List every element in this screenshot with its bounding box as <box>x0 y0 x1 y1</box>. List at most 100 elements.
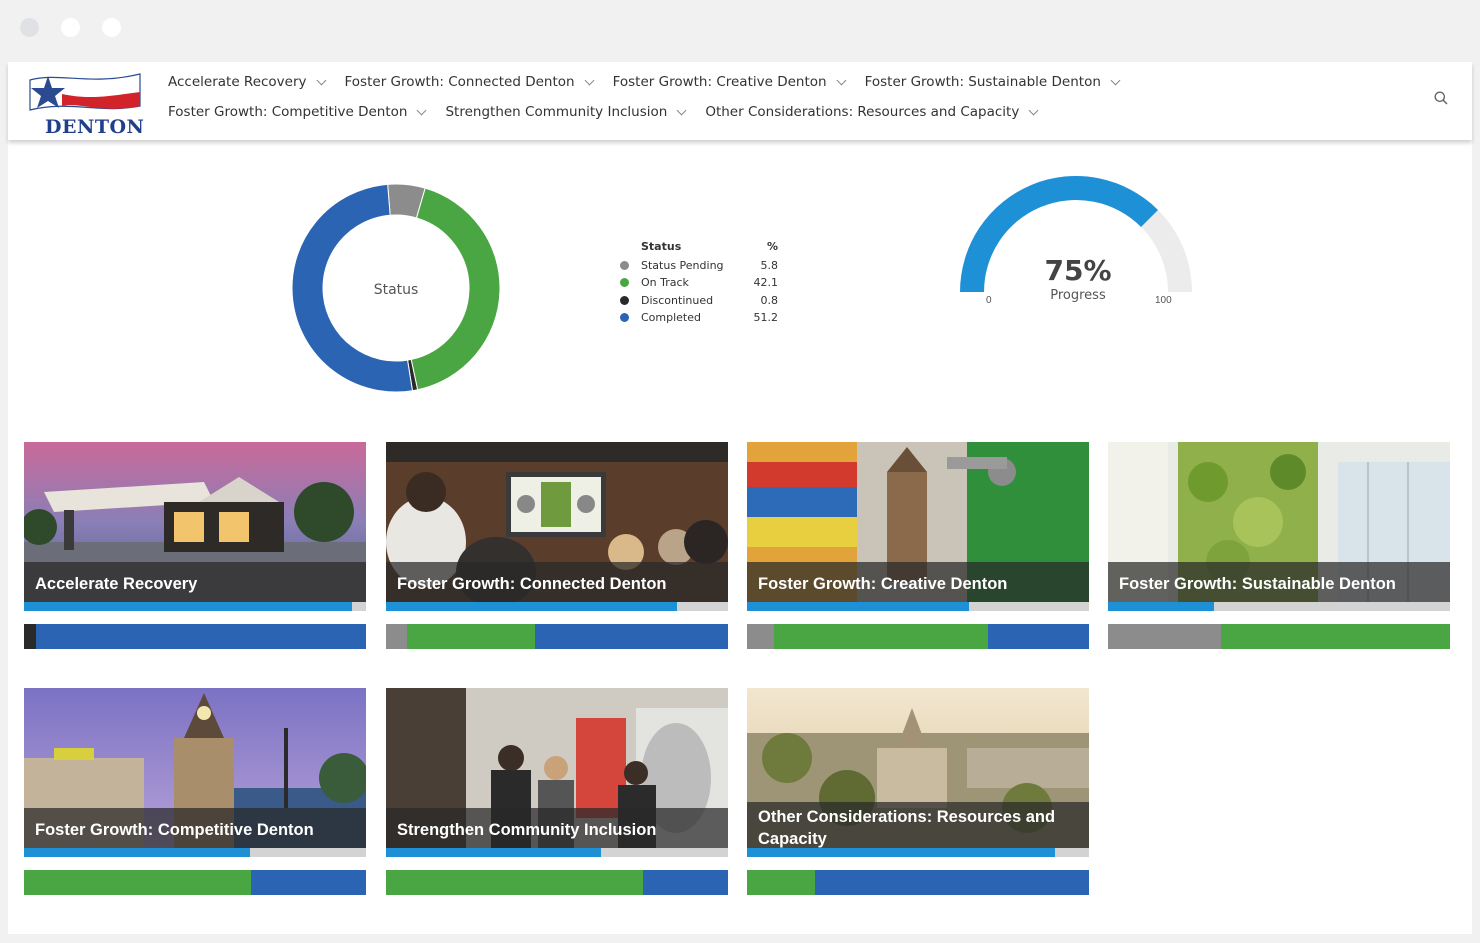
status-segment-on-track <box>747 870 816 895</box>
card-title: Other Considerations: Resources and Capa… <box>758 808 1056 848</box>
status-segment-completed <box>35 624 366 649</box>
card-sustainable-denton[interactable]: Foster Growth: Sustainable Denton <box>1108 442 1450 649</box>
status-segment-discontinued <box>24 624 36 649</box>
card-progress-fill <box>386 848 602 857</box>
card-status-bar <box>747 624 1089 649</box>
nav-item-label: Other Considerations: Resources and Capa… <box>705 104 1020 120</box>
nav-item-connected-denton[interactable]: Foster Growth: Connected Denton <box>344 72 595 92</box>
dashboard-page: DENTON Accelerate Recovery Foster Growth… <box>8 62 1472 934</box>
chevron-down-icon <box>584 75 595 85</box>
nav-item-label: Strengthen Community Inclusion <box>445 104 668 120</box>
status-segment-on-track <box>1220 624 1450 649</box>
window-controls <box>20 18 121 37</box>
card-community-inclusion[interactable]: Strengthen Community Inclusion <box>386 688 728 895</box>
card-progress-bar <box>386 848 728 857</box>
card-connected-denton[interactable]: Foster Growth: Connected Denton <box>386 442 728 649</box>
legend-dot-on-track <box>620 278 629 288</box>
chevron-down-icon <box>1028 105 1039 115</box>
legend-dot-pending <box>620 261 629 271</box>
donut-center-label: Status <box>373 282 419 298</box>
window-dot-minimize[interactable] <box>61 18 80 37</box>
legend-header-name: Status <box>641 240 682 253</box>
legend-value: 5.8 <box>760 259 779 273</box>
legend-dot-discontinued <box>620 295 629 305</box>
card-image: Foster Growth: Competitive Denton <box>24 688 366 848</box>
legend-row-on-track: On Track 42.1 <box>620 274 778 291</box>
status-segment-completed <box>642 870 728 895</box>
card-progress-bar <box>24 602 366 611</box>
card-image: Foster Growth: Connected Denton <box>386 442 728 602</box>
status-segment-on-track <box>24 870 252 895</box>
card-title: Foster Growth: Sustainable Denton <box>1119 575 1396 593</box>
nav-item-creative-denton[interactable]: Foster Growth: Creative Denton <box>612 72 847 92</box>
nav-item-other-considerations[interactable]: Other Considerations: Resources and Capa… <box>705 102 1039 122</box>
legend-header-value: % <box>766 240 778 253</box>
nav-item-label: Foster Growth: Competitive Denton <box>168 104 408 120</box>
status-segment-pending <box>747 624 775 649</box>
status-segment-on-track <box>406 624 535 649</box>
gauge-value: 75% <box>1044 254 1112 287</box>
card-status-bar <box>24 870 366 895</box>
status-segment-completed <box>534 624 728 649</box>
gauge-min-label: 0 <box>986 295 992 306</box>
card-status-bar <box>747 870 1089 895</box>
legend-row-discontinued: Discontinued 0.8 <box>620 292 778 309</box>
window-dot-close[interactable] <box>20 18 39 37</box>
legend-label: Completed <box>641 311 701 325</box>
legend-row-status-pending: Status Pending 5.8 <box>620 257 778 274</box>
nav-item-sustainable-denton[interactable]: Foster Growth: Sustainable Denton <box>865 72 1121 92</box>
main-nav: Accelerate Recovery Foster Growth: Conne… <box>168 72 1398 122</box>
nav-item-competitive-denton[interactable]: Foster Growth: Competitive Denton <box>168 102 427 122</box>
status-segment-pending <box>1108 624 1221 649</box>
card-status-bar <box>386 870 728 895</box>
card-progress-fill <box>24 848 250 857</box>
chevron-down-icon <box>417 105 427 115</box>
gauge-label: Progress <box>1050 288 1106 303</box>
window-dot-maximize[interactable] <box>102 18 121 37</box>
card-progress-bar <box>24 848 366 857</box>
legend-value: 51.2 <box>753 311 779 325</box>
legend-label: Status Pending <box>641 259 724 273</box>
legend-label: On Track <box>641 276 689 290</box>
chevron-down-icon <box>1110 75 1121 85</box>
legend-label: Discontinued <box>641 293 714 307</box>
status-segment-on-track <box>774 624 989 649</box>
card-other-considerations[interactable]: Other Considerations: Resources and Capa… <box>747 688 1089 895</box>
status-legend: Status % Status Pending 5.8 On Track 42.… <box>620 240 778 326</box>
chevron-down-icon <box>836 75 847 85</box>
status-segment-completed <box>251 870 366 895</box>
gauge-max-label: 100 <box>1155 295 1172 306</box>
legend-value: 42.1 <box>753 276 779 290</box>
card-status-bar <box>386 624 728 649</box>
card-image: Strengthen Community Inclusion <box>386 688 728 848</box>
card-progress-fill <box>747 848 1055 857</box>
nav-item-accelerate-recovery[interactable]: Accelerate Recovery <box>168 72 326 92</box>
status-segment-pending <box>386 624 407 649</box>
header: DENTON Accelerate Recovery Foster Growth… <box>8 62 1472 140</box>
card-accelerate-recovery[interactable]: Accelerate Recovery <box>24 442 366 649</box>
search-icon[interactable] <box>1434 91 1448 105</box>
card-image: Foster Growth: Creative Denton <box>747 442 1089 602</box>
chevron-down-icon <box>676 105 687 115</box>
card-competitive-denton[interactable]: Foster Growth: Competitive Denton <box>24 688 366 895</box>
nav-item-label: Foster Growth: Connected Denton <box>344 74 575 90</box>
nav-item-community-inclusion[interactable]: Strengthen Community Inclusion <box>445 102 687 122</box>
legend-value: 0.8 <box>760 293 779 307</box>
card-creative-denton[interactable]: Foster Growth: Creative Denton <box>747 442 1089 649</box>
chevron-down-icon <box>316 75 326 85</box>
card-title: Strengthen Community Inclusion <box>397 821 657 839</box>
status-segment-completed <box>815 870 1089 895</box>
legend-row-completed: Completed 51.2 <box>620 309 778 326</box>
card-progress-fill <box>386 602 677 611</box>
nav-item-label: Foster Growth: Creative Denton <box>612 74 827 90</box>
card-title: Foster Growth: Creative Denton <box>758 575 1008 593</box>
card-image: Foster Growth: Sustainable Denton <box>1108 442 1450 602</box>
card-progress-bar <box>386 602 728 611</box>
card-progress-bar <box>1108 602 1450 611</box>
card-title: Accelerate Recovery <box>35 575 198 593</box>
legend-dot-completed <box>620 313 629 323</box>
logo-text: DENTON <box>45 116 145 138</box>
city-logo[interactable]: DENTON <box>20 70 144 138</box>
card-progress-bar <box>747 602 1089 611</box>
status-segment-completed <box>988 624 1089 649</box>
